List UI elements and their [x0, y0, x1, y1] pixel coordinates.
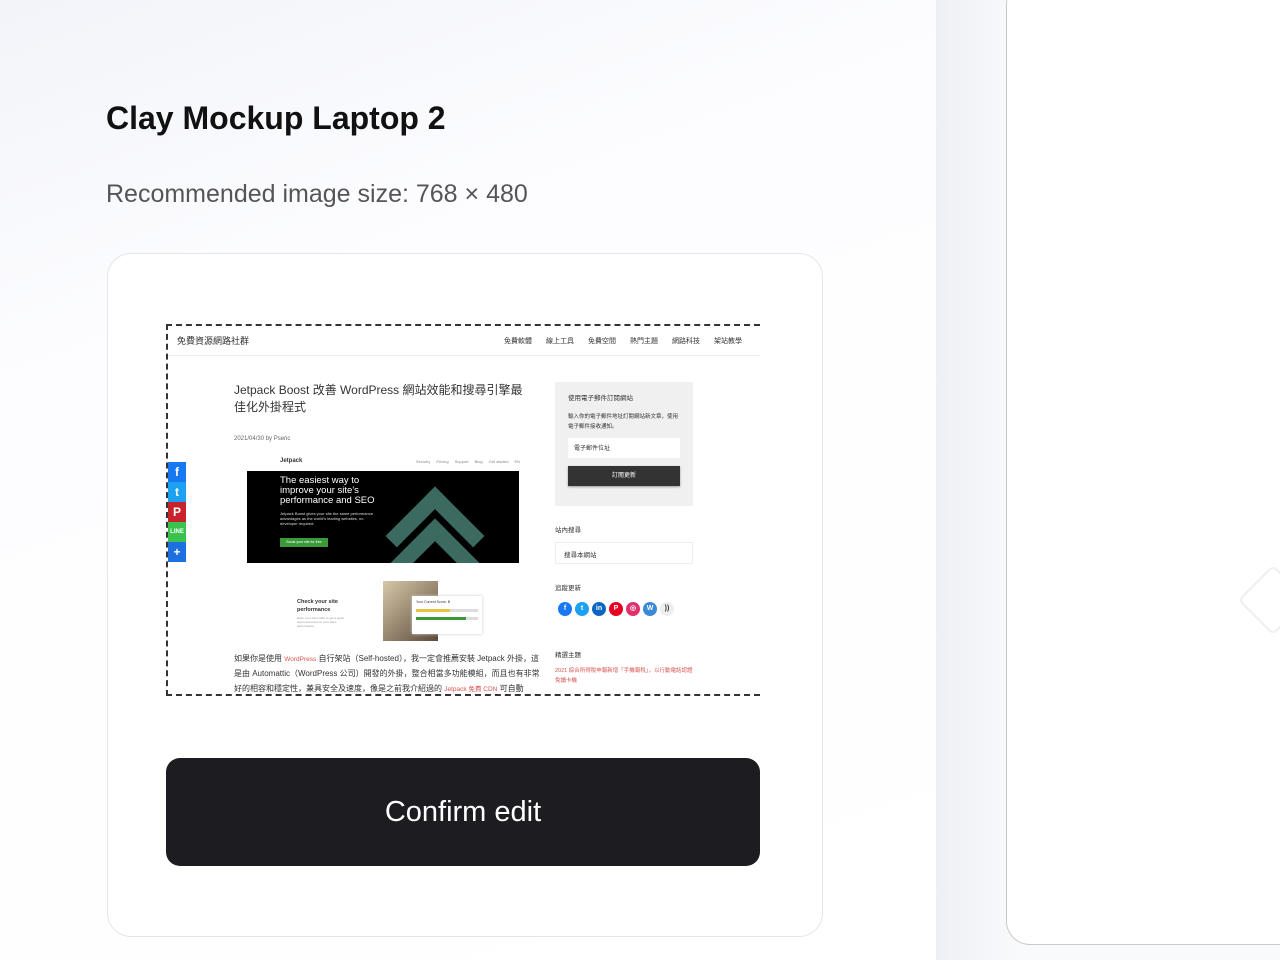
nav-item: 熱門主題 — [630, 338, 658, 345]
site-header: 免費資源網路社群 免費軟體 線上工具 免費空間 熱門主題 網路科技 架站教學 — [168, 326, 760, 356]
jp-nav-item: Get started — [488, 458, 509, 464]
post-meta: 2021/04/30 by Pseric — [234, 436, 291, 442]
jp-nav-item: Blog — [474, 458, 483, 464]
line-share-icon: LINE — [168, 522, 186, 542]
subscribe-desc: 輸入你的電子郵件地址訂閱網站新文章，使用電子郵件接收通知。 — [568, 414, 679, 430]
hero-title: The easiest way to improve your site's p… — [280, 475, 375, 506]
search-input: 搜尋本網站 — [555, 542, 693, 564]
perf-desc: Enter your site's URL to get a quick rep… — [297, 616, 344, 628]
jp-nav-item: EN — [514, 458, 520, 464]
site-nav: 免費軟體 線上工具 免費空間 熱門主題 網路科技 架站教學 — [504, 336, 742, 346]
featured-link: 2021 綜合所得稅申報新增「手機報稅」，以行動電話認證免讀卡機 — [555, 668, 693, 684]
hero-button: Boost your site for free — [280, 538, 328, 547]
subscribe-widget: 使用電子郵件訂閱網站 輸入你的電子郵件地址訂閱網站新文章，使用電子郵件接收通知。… — [555, 382, 693, 506]
jetpack-hero: The easiest way to improve your site's p… — [247, 471, 519, 563]
follow-title: 追蹤更新 — [555, 585, 581, 592]
pinterest-share-icon: P — [168, 502, 186, 522]
twitter-share-icon: t — [168, 482, 186, 502]
nav-item: 網路科技 — [672, 338, 700, 345]
confirm-edit-button[interactable]: Confirm edit — [166, 758, 760, 866]
linkedin-icon: in — [592, 602, 606, 616]
site-name: 免費資源網路社群 — [177, 336, 250, 346]
jp-nav-item: Security — [415, 458, 431, 464]
post-paragraph: 如果你是使用 WordPress 自行架站（Self-hosted），我一定會推… — [234, 654, 540, 693]
score-card: Your Current Score: B — [412, 596, 482, 634]
subscribe-title: 使用電子郵件訂閱網站 — [568, 395, 633, 402]
search-title: 站內搜尋 — [555, 527, 581, 534]
page-title: Clay Mockup Laptop 2 — [106, 100, 446, 136]
pinterest-icon: P — [609, 602, 623, 616]
next-mockup-card[interactable] — [1006, 0, 1280, 945]
jp-nav-item: Pricing — [436, 458, 449, 464]
perf-title: Check your site performance — [297, 599, 338, 613]
nav-item: 線上工具 — [546, 338, 574, 345]
facebook-icon: f — [558, 602, 572, 616]
twitter-icon: t — [575, 602, 589, 616]
hero-desc: Jetpack Boost gives your site the same p… — [280, 511, 373, 526]
image-preview[interactable]: 免費資源網路社群 免費軟體 線上工具 免費空間 熱門主題 網路科技 架站教學 J… — [166, 324, 760, 696]
share-bar: f t P LINE + — [168, 462, 186, 562]
jetpack-logo: Jetpack — [280, 458, 303, 464]
jp-nav-item: Support — [454, 458, 469, 464]
nav-item: 免費空間 — [588, 338, 616, 345]
nav-item: 架站教學 — [714, 338, 742, 345]
recommended-size: Recommended image size: 768 × 480 — [106, 180, 528, 208]
subscribe-button: 訂閱更新 — [568, 466, 680, 486]
nav-item: 免費軟體 — [504, 338, 532, 345]
score-title: Your Current Score: B — [416, 600, 451, 604]
wordpress-icon: W — [643, 602, 657, 616]
social-icons: f t in P ◎ W )) — [558, 602, 674, 616]
featured-title: 精選主題 — [555, 652, 581, 659]
facebook-share-icon: f — [168, 462, 186, 482]
post-title: Jetpack Boost 改善 WordPress 網站效能和搜尋引擎最佳化外… — [234, 383, 523, 414]
jetpack-bar: Jetpack Security Pricing Support Blog Ge… — [280, 456, 520, 466]
email-field: 電子郵件位址 — [568, 438, 680, 458]
rss-icon: )) — [660, 602, 674, 616]
plus-share-icon: + — [168, 542, 186, 562]
performance-section: Check your site performance Enter your s… — [247, 576, 487, 646]
instagram-icon: ◎ — [626, 602, 640, 616]
